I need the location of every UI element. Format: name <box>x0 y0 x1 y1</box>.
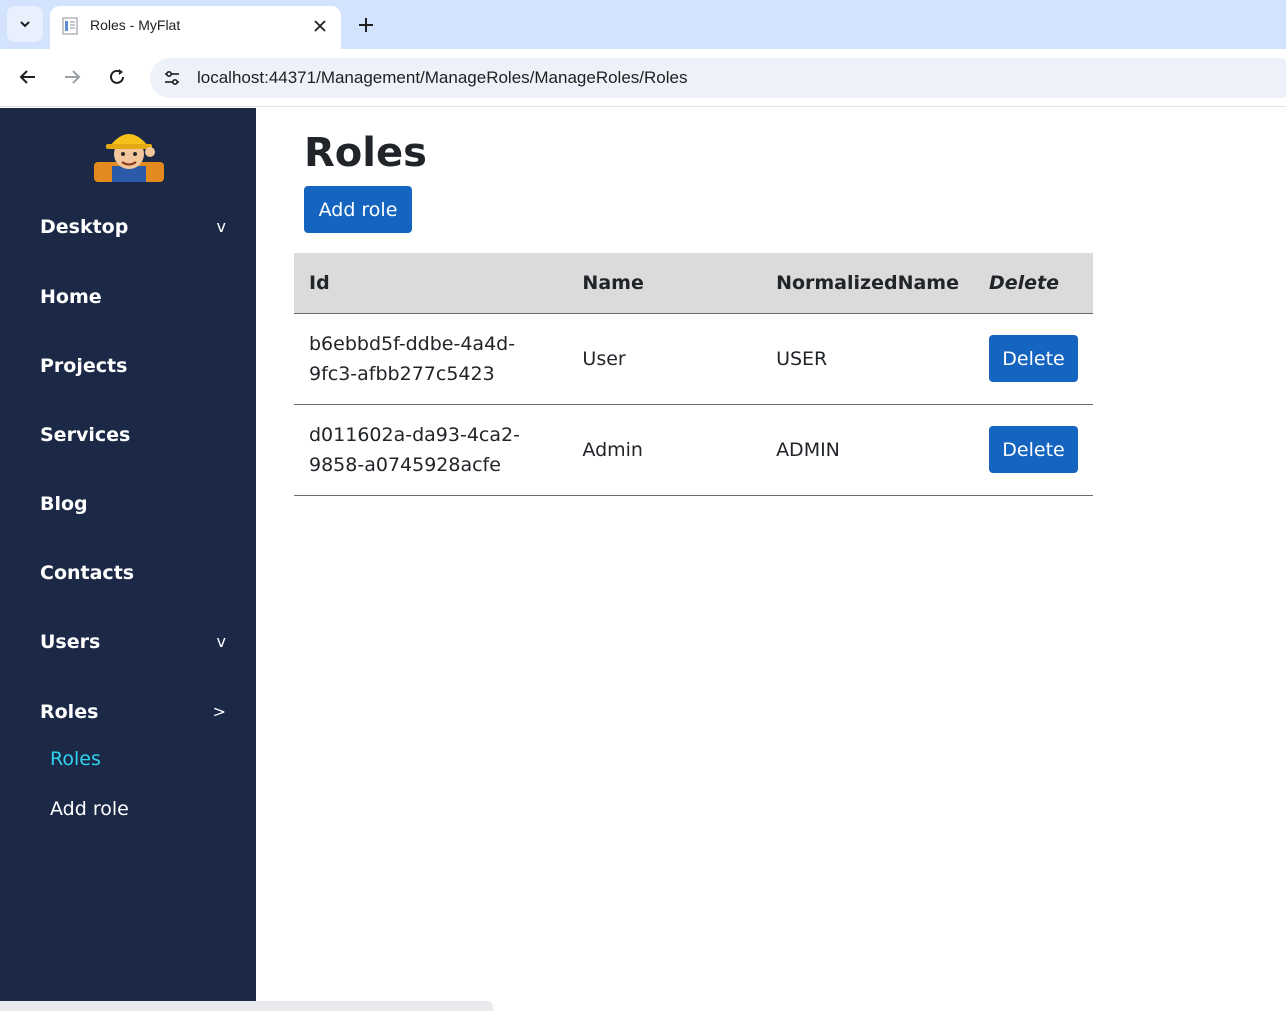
table-header-row: Id Name NormalizedName Delete <box>294 253 1093 314</box>
reload-icon <box>110 69 124 84</box>
chevron-down-icon: v <box>216 632 226 651</box>
url-text: localhost:44371/Management/ManageRoles/M… <box>197 68 688 87</box>
address-bar[interactable]: localhost:44371/Management/ManageRoles/M… <box>150 58 1286 98</box>
role-normalized-name-cell: USER <box>761 313 974 405</box>
status-bar <box>0 1001 493 1011</box>
sidebar-item-desktop[interactable]: Desktop v <box>40 212 230 242</box>
new-tab-button[interactable] <box>352 11 380 39</box>
chevron-right-icon: > <box>212 702 226 721</box>
role-actions-cell: Delete <box>974 313 1093 405</box>
role-normalized-name-cell: ADMIN <box>761 404 974 496</box>
sidebar-item-label: Desktop <box>40 216 129 238</box>
role-id-cell: d011602a-da93-4ca2-9858-a0745928acfe <box>294 404 568 496</box>
sidebar-item-label: Projects <box>40 355 128 377</box>
sidebar-item-label: Home <box>40 286 102 308</box>
document-favicon-icon <box>62 17 78 35</box>
sidebar-item-contacts[interactable]: Contacts <box>40 558 230 588</box>
delete-role-button[interactable]: Delete <box>989 335 1078 382</box>
role-id-cell: b6ebbd5f-ddbe-4a4d-9fc3-afbb277c5423 <box>294 313 568 405</box>
browser-toolbar: localhost:44371/Management/ManageRoles/M… <box>0 49 1286 107</box>
sidebar-item-label: Services <box>40 424 131 446</box>
sidebar-item-services[interactable]: Services <box>40 420 230 450</box>
table-row: d011602a-da93-4ca2-9858-a0745928acfe Adm… <box>294 404 1093 496</box>
sidebar-item-label: Roles <box>40 701 99 723</box>
role-name-cell: User <box>567 313 762 405</box>
roles-table: Id Name NormalizedName Delete b6ebbd5f-d… <box>294 253 1093 496</box>
tune-icon <box>165 70 179 86</box>
sidebar-item-label: Contacts <box>40 562 135 584</box>
arrow-left-icon <box>19 70 35 84</box>
site-info-button[interactable] <box>158 64 186 92</box>
browser-tab-strip: Roles - MyFlat <box>0 0 1286 49</box>
reload-button[interactable] <box>101 61 133 93</box>
sidebar-item-blog[interactable]: Blog <box>40 489 230 519</box>
column-header-id: Id <box>294 253 568 314</box>
chevron-down-icon <box>20 21 30 28</box>
sidebar-item-users[interactable]: Users v <box>40 627 230 657</box>
page-title: Roles <box>304 130 427 176</box>
column-header-name: Name <box>567 253 762 314</box>
role-actions-cell: Delete <box>974 404 1093 496</box>
role-name-cell: Admin <box>567 404 762 496</box>
forward-button[interactable] <box>56 61 88 93</box>
sidebar-subitem-roles[interactable]: Roles <box>50 748 101 770</box>
arrow-right-icon <box>65 70 81 84</box>
column-header-normalized-name: NormalizedName <box>761 253 974 314</box>
chevron-down-icon: v <box>216 217 226 236</box>
sidebar-item-projects[interactable]: Projects <box>40 351 230 381</box>
tab-title: Roles - MyFlat <box>90 17 181 33</box>
table-row: b6ebbd5f-ddbe-4a4d-9fc3-afbb277c5423 Use… <box>294 313 1093 405</box>
sidebar-item-roles[interactable]: Roles > <box>40 697 230 727</box>
sidebar-item-label: Blog <box>40 493 88 515</box>
back-button[interactable] <box>12 61 44 93</box>
tab-close-button[interactable] <box>309 15 331 37</box>
tab-search-button[interactable] <box>7 6 43 42</box>
delete-role-button[interactable]: Delete <box>989 426 1078 473</box>
builder-mascot-logo[interactable] <box>90 124 168 182</box>
add-role-button[interactable]: Add role <box>304 186 412 233</box>
browser-tab-active[interactable]: Roles - MyFlat <box>50 6 341 49</box>
plus-icon <box>359 18 373 32</box>
sidebar-item-home[interactable]: Home <box>40 282 230 312</box>
sidebar: Desktop v Home Projects Services Blog Co… <box>0 108 256 1011</box>
column-header-delete: Delete <box>974 253 1093 314</box>
sidebar-subitem-add-role[interactable]: Add role <box>50 798 129 820</box>
close-icon <box>314 20 326 32</box>
sidebar-item-label: Users <box>40 631 101 653</box>
